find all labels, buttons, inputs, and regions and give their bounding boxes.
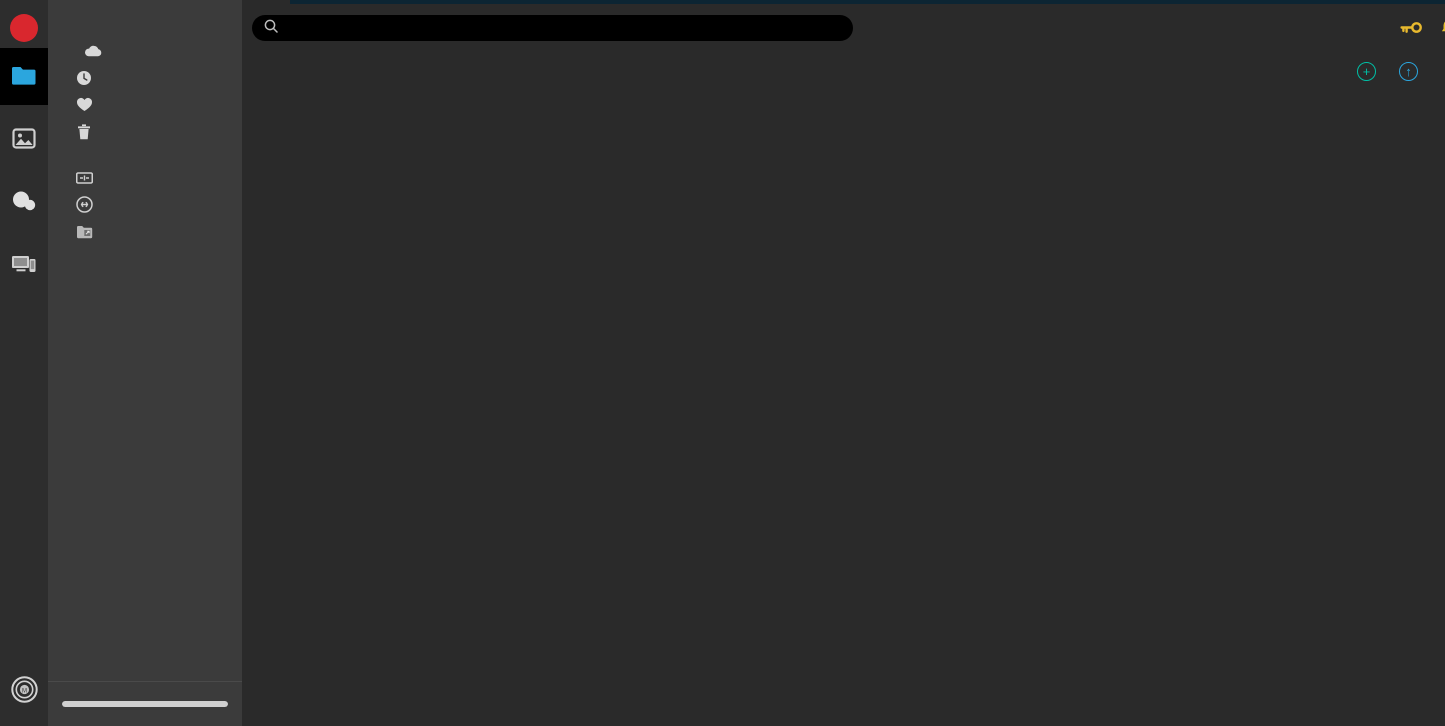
top-actions xyxy=(1400,16,1445,40)
storage-panel xyxy=(48,681,242,726)
sidebar-item-favoritos[interactable] xyxy=(48,91,242,118)
sidebar-item-carpetas[interactable] xyxy=(48,164,242,191)
breadcrumb-actions: + ↑ xyxy=(1357,59,1445,83)
bell-icon[interactable] xyxy=(1440,19,1445,37)
plus-circle-icon: + xyxy=(1357,61,1376,81)
cloud-icon xyxy=(83,41,103,61)
link-icon xyxy=(74,195,94,215)
icon-rail: M xyxy=(0,0,48,726)
backup-icon xyxy=(11,252,37,276)
sidebar-item-solicitudes[interactable] xyxy=(48,218,242,245)
search-input[interactable] xyxy=(287,21,841,35)
search-bar[interactable] xyxy=(252,15,853,41)
search-icon xyxy=(264,19,278,38)
storage-progress-bar xyxy=(62,701,228,707)
topbar xyxy=(242,0,1445,56)
file-grid-wrapper xyxy=(242,86,1445,726)
sidebar-item-papelera[interactable] xyxy=(48,118,242,145)
sidebar-title xyxy=(48,0,242,17)
rail-item-backup[interactable] xyxy=(0,237,48,294)
sidebar-item-nube[interactable] xyxy=(48,37,242,64)
sidebar-nav xyxy=(48,37,242,245)
mega-circle-badge: M xyxy=(10,676,38,708)
chat-icon xyxy=(11,189,37,213)
key-icon[interactable] xyxy=(1400,21,1422,35)
storage-progress-fill xyxy=(62,701,228,707)
file-request-icon xyxy=(74,222,94,242)
svg-text:M: M xyxy=(22,688,27,694)
sidebar-item-enlaces[interactable] xyxy=(48,191,242,218)
window-top-strip xyxy=(290,0,1445,4)
rail-item-chat[interactable] xyxy=(0,174,48,231)
create-folder-button[interactable]: + xyxy=(1357,61,1383,81)
sidebar-item-recientes[interactable] xyxy=(48,64,242,91)
upload-arrow-icon: ↑ xyxy=(1399,61,1418,81)
upload-button[interactable]: ↑ xyxy=(1399,61,1434,81)
sidebar xyxy=(48,0,242,726)
rail-item-fotos[interactable] xyxy=(0,111,48,168)
sidebar-section-shared xyxy=(48,145,242,164)
rail-item-unidad[interactable] xyxy=(0,48,48,105)
heart-icon xyxy=(74,95,94,115)
trash-icon xyxy=(74,122,94,142)
mega-logo[interactable] xyxy=(10,14,38,42)
folder-icon xyxy=(11,63,37,87)
breadcrumb-row: + ↑ xyxy=(242,56,1445,86)
photos-icon xyxy=(11,126,37,150)
main-area: + ↑ xyxy=(242,0,1445,726)
clock-icon xyxy=(74,68,94,88)
shared-folders-icon xyxy=(74,168,94,188)
